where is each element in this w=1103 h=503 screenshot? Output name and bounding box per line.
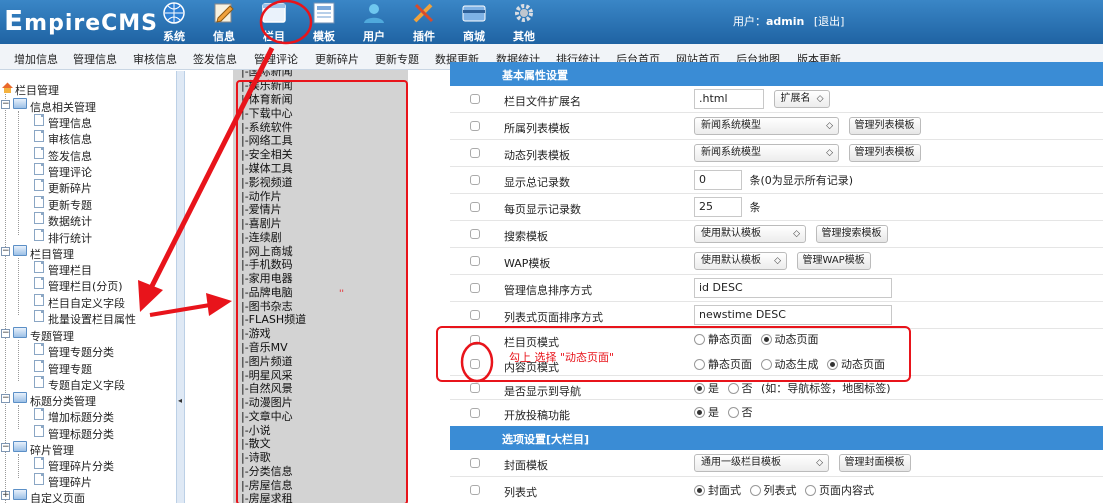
highlight-box-page-mode — [436, 326, 911, 382]
arrow-head — [206, 293, 232, 316]
annotation-instruction: 勾上 选择 "动态页面" — [509, 351, 615, 364]
highlight-box-channel-list — [236, 80, 408, 503]
app-root: EmpireCMS 系统 信息 栏目 模板 用户 插件 商城 其他 用户：adm… — [0, 0, 1103, 503]
annotation-arrows: '' — [138, 0, 494, 383]
highlight-circle — [259, 0, 313, 45]
annotation-arrow — [149, 303, 211, 317]
